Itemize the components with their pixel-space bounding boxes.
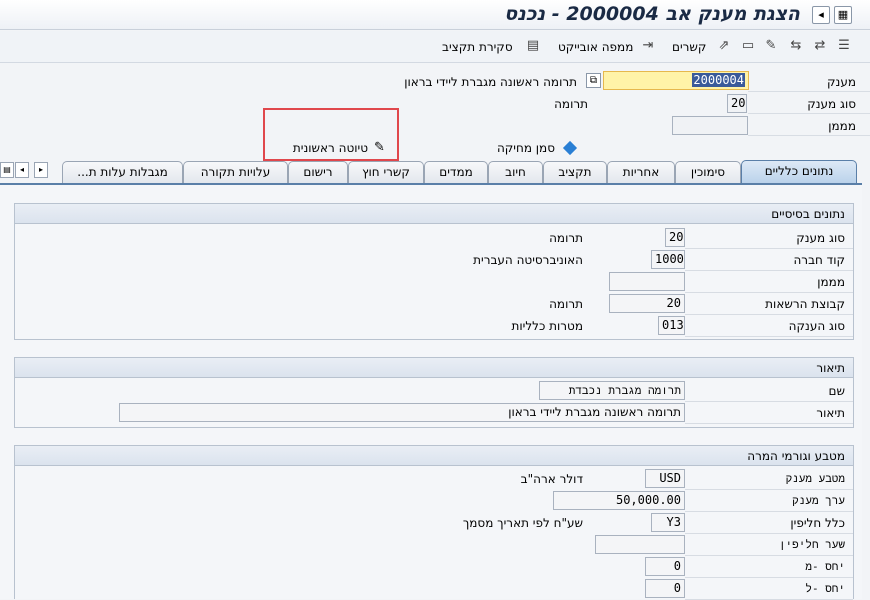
- award-type-value[interactable]: 013: [658, 316, 685, 335]
- basic-data-title: נתונים בסיסיים: [771, 207, 845, 221]
- grant-type-description: תרומה: [554, 97, 588, 111]
- title-bar: ▦ ◂ הצגת מענק אב 2000004 - נכנס: [0, 0, 870, 30]
- grant-label: מענק: [827, 75, 856, 89]
- tab-strip: נתונים כלליים סימוכין אחריות תקציב חיוב …: [0, 160, 870, 184]
- other-object-icon[interactable]: ⇄: [812, 38, 828, 54]
- tab-registration[interactable]: רישום: [288, 161, 348, 183]
- row-grant-value: ערך מענק 50,000.00: [15, 490, 853, 512]
- transfer-icon[interactable]: ⇗: [716, 38, 732, 54]
- exchange-rule-value[interactable]: Y3: [651, 513, 685, 532]
- deletion-flag-label: סמן מחיקה: [496, 141, 555, 155]
- deletion-flag-icon: [562, 140, 578, 156]
- sap-menu-icon[interactable]: ▦: [834, 6, 852, 24]
- currency-title: מטבע וגורמי המרה: [747, 449, 845, 463]
- budget-review-icon[interactable]: ▤: [525, 38, 541, 54]
- row-sponsor: מממן: [15, 271, 853, 293]
- tab-billing[interactable]: חיוב: [488, 161, 543, 183]
- grant-value-value[interactable]: 50,000.00: [553, 491, 685, 510]
- ratio-to-value[interactable]: 0: [645, 579, 685, 598]
- exchange-rate-value[interactable]: [595, 535, 685, 554]
- description-title: תיאור: [816, 361, 845, 375]
- row-exchange-rate: שער חליפין: [15, 534, 853, 556]
- row-description: תיאור תרומה ראשונה מגברת ליידי בראון: [15, 402, 853, 424]
- row-ratio-to: יחס -ל 0: [15, 578, 853, 600]
- row-award-type: סוג הענקה 013 מטרות כלליות: [15, 315, 853, 337]
- grant-number-field[interactable]: 2000004: [603, 71, 749, 90]
- description-value[interactable]: תרומה ראשונה מגברת ליידי בראון: [119, 403, 685, 422]
- grant-type-field[interactable]: 20: [727, 94, 747, 113]
- basic-data-group: נתונים בסיסיים סוג מענק 20 תרומה קוד חבר…: [14, 203, 854, 340]
- sponsor-field[interactable]: [672, 116, 748, 135]
- tab-general-data[interactable]: נתונים כלליים: [741, 160, 857, 184]
- grant-description: תרומה ראשונה מגברת ליידי בראון: [404, 75, 577, 89]
- links-button[interactable]: קשרים: [672, 38, 706, 56]
- highlight-box: [263, 108, 399, 161]
- grant-type-label: סוג מענק: [807, 97, 856, 111]
- tab-external-relations[interactable]: קשרי חוץ: [348, 161, 424, 183]
- row-ratio-from: יחס -מ 0: [15, 556, 853, 578]
- ratio-from-value[interactable]: 0: [645, 557, 685, 576]
- authorization-group-value[interactable]: 20: [609, 294, 685, 313]
- tab-dimensions[interactable]: ממדים: [424, 161, 488, 183]
- copy-icon[interactable]: ⧉: [586, 73, 601, 88]
- grant-currency-value[interactable]: USD: [645, 469, 685, 488]
- row-authorization-group: קבוצת הרשאות 20 תרומה: [15, 293, 853, 315]
- grant-type-value[interactable]: 20: [665, 228, 685, 247]
- tab-responsibility[interactable]: אחריות: [607, 161, 675, 183]
- currency-group: מטבע וגורמי המרה מטבע מענק USD דולר ארה"…: [14, 445, 854, 600]
- description-group: תיאור שם תרומה מגברת נכבדת תיאור תרומה ר…: [14, 357, 854, 428]
- company-code-value[interactable]: 1000: [651, 250, 685, 269]
- sponsor-value[interactable]: [609, 272, 685, 291]
- row-company-code: קוד חברה 1000 האוניברסיטה העברית: [15, 249, 853, 271]
- sponsor-label: מממן: [828, 119, 856, 133]
- application-toolbar: ☰ ⇄ ⇆ ✎ ▭ ⇗ קשרים ⇥ ממפה אובייקט ▤ סקירת…: [0, 31, 870, 63]
- page-title: הצגת מענק אב 2000004 - נכנס: [504, 3, 800, 25]
- object-map-button[interactable]: ממפה אובייקט: [558, 38, 633, 56]
- tab-budget[interactable]: תקציב: [543, 161, 607, 183]
- display-change-icon[interactable]: ⇆: [788, 38, 804, 54]
- list-icon[interactable]: ☰: [836, 38, 852, 54]
- edit-pencil-icon[interactable]: ✎: [763, 38, 779, 54]
- row-exchange-rule: כלל חליפין Y3 שע"ח לפי תאריך מסמך: [15, 512, 853, 534]
- name-value[interactable]: תרומה מגברת נכבדת: [539, 381, 685, 400]
- tab-cost-limits[interactable]: מגבלות עלות ת...: [62, 161, 183, 183]
- row-name: שם תרומה מגברת נכבדת: [15, 380, 853, 402]
- tab-references[interactable]: סימוכין: [675, 161, 741, 183]
- object-map-icon[interactable]: ⇥: [640, 38, 656, 54]
- budget-review-button[interactable]: סקירת תקציב: [442, 38, 513, 56]
- create-document-icon[interactable]: ▭: [740, 38, 756, 54]
- back-icon[interactable]: ◂: [812, 6, 830, 24]
- tab-overhead-costs[interactable]: עלויות תקורה: [183, 161, 288, 183]
- row-grant-type: סוג מענק 20 תרומה: [15, 227, 853, 249]
- row-grant-currency: מטבע מענק USD דולר ארה"ב: [15, 468, 853, 490]
